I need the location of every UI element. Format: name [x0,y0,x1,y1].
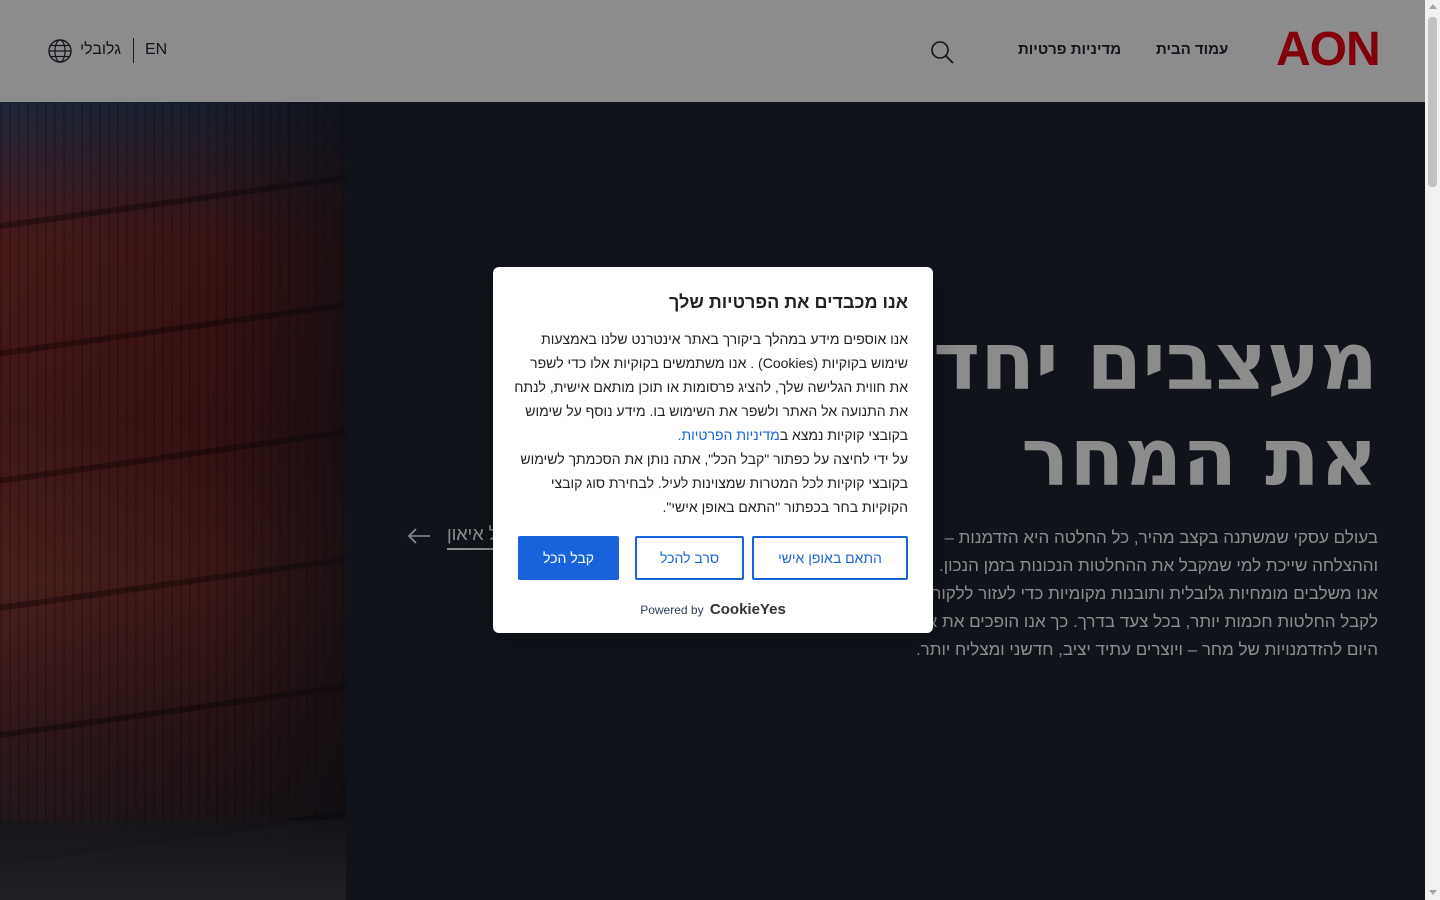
powered-by-label: Powered by [640,603,704,617]
reject-all-button[interactable]: סרב להכל [635,536,744,580]
privacy-policy-link[interactable]: מדיניות הפרטיות. [678,427,780,443]
customize-button[interactable]: התאם באופן אישי [752,536,908,580]
scrollbar-thumb[interactable] [1428,17,1437,187]
scroll-down-arrow-icon[interactable] [1429,890,1437,895]
cookie-consent-modal: אנו מכבדים את הפרטיות שלך אנו אוספים מיד… [493,267,933,633]
accept-all-button[interactable]: קבל הכל [518,536,619,580]
powered-by: Powered by CookieYes [493,601,933,618]
scroll-up-arrow-icon[interactable] [1429,4,1437,9]
page-scrollbar[interactable] [1425,0,1440,900]
cookie-modal-body: אנו אוספים מידע במהלך ביקורך באתר אינטרנ… [513,327,908,519]
cookie-body-text-2: על ידי לחיצה על כפתור "קבל הכל", אתה נות… [520,451,908,515]
cookie-modal-title: אנו מכבדים את הפרטיות שלך [669,292,908,312]
cookieyes-logo[interactable]: CookieYes [710,601,786,618]
